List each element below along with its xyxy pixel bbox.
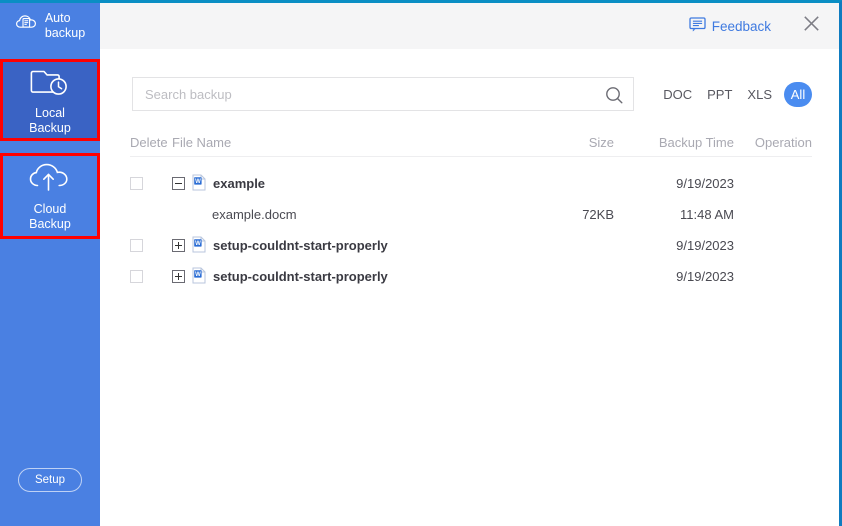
filter-ppt[interactable]: PPT — [704, 85, 735, 104]
row-file-name: example.docm — [212, 207, 297, 222]
table-header-row: Delete File Name Size Backup Time Operat… — [130, 129, 812, 157]
main-content: DOC PPT XLS All Delete File Name Size Ba… — [100, 49, 839, 526]
row-file-name-cell: example.docm — [172, 207, 524, 222]
word-document-icon: W — [192, 236, 206, 256]
row-delete-cell — [130, 177, 172, 190]
row-time: 11:48 AM — [680, 207, 734, 222]
row-delete-cell — [130, 270, 172, 283]
row-file-name-cell: W example — [172, 174, 524, 194]
word-document-icon: W — [192, 174, 206, 194]
sidebar-item-label: Local Backup — [29, 106, 71, 135]
setup-button[interactable]: Setup — [18, 468, 82, 492]
speech-bubble-icon — [689, 17, 706, 35]
sidebar-item-cloud-backup[interactable]: Cloud Backup — [0, 153, 100, 239]
row-delete-cell — [130, 239, 172, 252]
svg-text:W: W — [195, 179, 201, 185]
sidebar-item-label: Cloud Backup — [29, 202, 71, 231]
expand-toggle-icon[interactable] — [172, 270, 185, 283]
table-row[interactable]: W example 9/19/2023 — [130, 168, 812, 199]
close-button[interactable] — [797, 12, 825, 40]
column-header-delete: Delete — [130, 135, 168, 150]
sidebar-item-local-backup[interactable]: Local Backup — [0, 59, 100, 141]
row-file-name: setup-couldnt-start-properly — [213, 238, 388, 253]
title-bar: Feedback — [100, 3, 839, 49]
cloud-document-icon — [15, 11, 39, 38]
folder-clock-icon — [30, 64, 70, 103]
word-document-icon: W — [192, 267, 206, 287]
column-header-size: Size — [588, 135, 614, 150]
search-input[interactable] — [145, 79, 605, 109]
row-file-name-cell: W setup-couldnt-start-properly — [172, 236, 524, 256]
row-time: 9/19/2023 — [676, 238, 734, 253]
setup-button-label: Setup — [34, 474, 66, 486]
backup-file-table: Delete File Name Size Backup Time Operat… — [130, 129, 812, 292]
row-time: 9/19/2023 — [676, 176, 734, 191]
row-checkbox[interactable] — [130, 270, 143, 283]
column-header-file-name: File Name — [172, 135, 232, 150]
table-row[interactable]: example.docm 72KB 11:48 AM — [130, 199, 812, 230]
filter-doc[interactable]: DOC — [660, 85, 695, 104]
toolbar: DOC PPT XLS All — [132, 77, 812, 111]
search-field[interactable] — [132, 77, 635, 111]
svg-text:W: W — [195, 241, 201, 247]
collapse-toggle-icon[interactable] — [172, 177, 185, 190]
table-row[interactable]: W setup-couldnt-start-properly 9/19/2023 — [130, 261, 812, 292]
app-window: Auto backup Local Backup Cloud Backup Se… — [0, 0, 842, 526]
row-checkbox[interactable] — [130, 239, 143, 252]
filter-xls[interactable]: XLS — [744, 85, 775, 104]
column-header-operation: Operation — [754, 135, 812, 150]
file-type-filters: DOC PPT XLS All — [660, 81, 812, 107]
table-row[interactable]: W setup-couldnt-start-properly 9/19/2023 — [130, 230, 812, 261]
row-time: 9/19/2023 — [676, 269, 734, 284]
sidebar: Auto backup Local Backup Cloud Backup Se… — [0, 3, 100, 526]
sidebar-item-auto-backup[interactable]: Auto backup — [0, 3, 100, 49]
cloud-upload-icon — [28, 160, 72, 199]
column-header-backup-time: Backup Time — [658, 135, 734, 150]
filter-all[interactable]: All — [784, 81, 812, 107]
feedback-label: Feedback — [711, 18, 771, 34]
expand-toggle-icon[interactable] — [172, 239, 185, 252]
svg-text:W: W — [195, 272, 201, 278]
sidebar-item-label: Auto backup — [44, 11, 86, 40]
row-file-name-cell: W setup-couldnt-start-properly — [172, 267, 524, 287]
feedback-button[interactable]: Feedback — [689, 17, 771, 35]
close-icon — [803, 15, 820, 37]
row-file-name: setup-couldnt-start-properly — [213, 269, 388, 284]
search-icon[interactable] — [603, 84, 625, 106]
row-size: 72KB — [582, 207, 614, 222]
row-checkbox[interactable] — [130, 177, 143, 190]
row-file-name: example — [213, 176, 266, 191]
